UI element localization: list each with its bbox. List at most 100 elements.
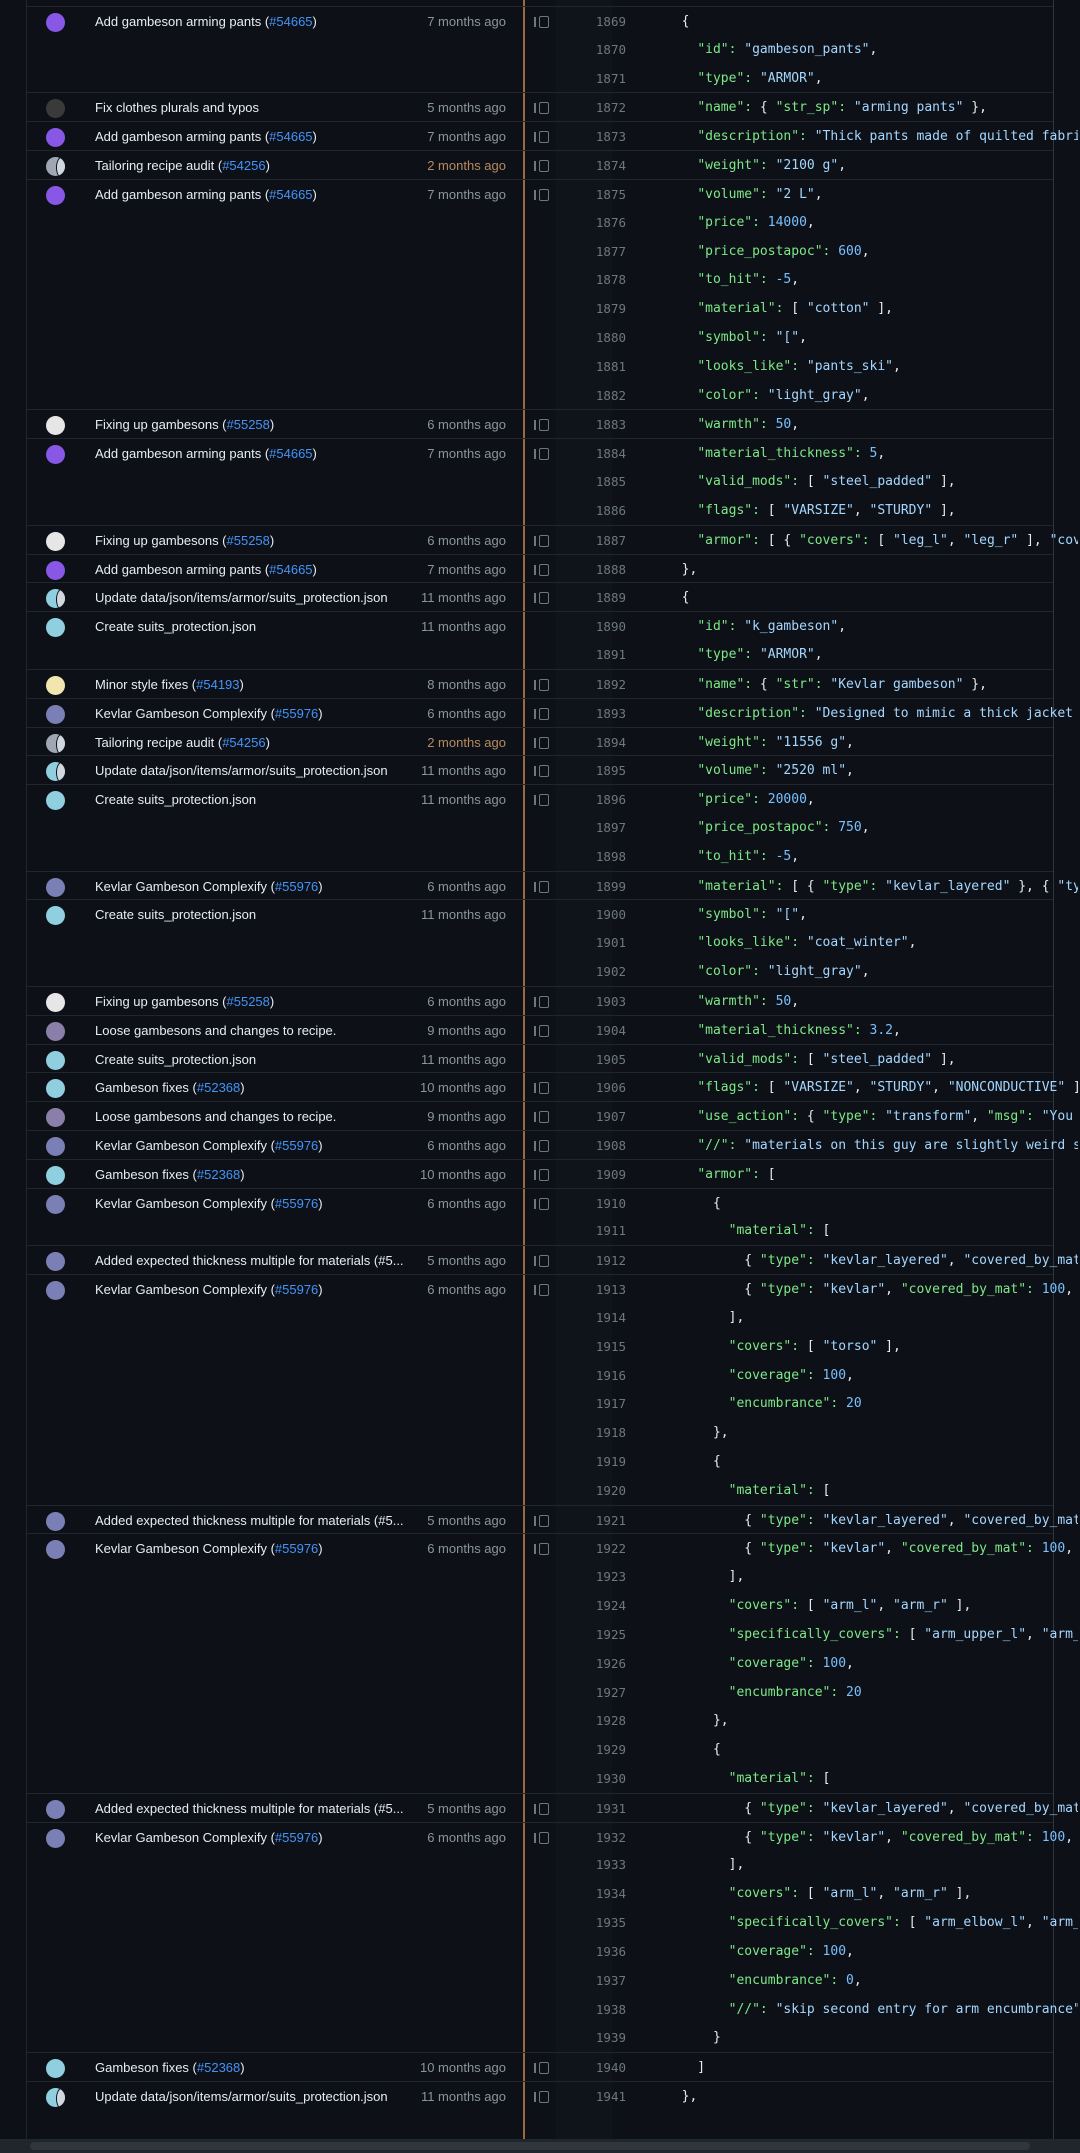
commit-message[interactable]: Update data/json/items/armor/suits_prote…: [95, 589, 435, 607]
avatar[interactable]: [46, 531, 65, 551]
commit-message[interactable]: Added expected thickness multiple for ma…: [95, 1800, 435, 1818]
reblame-icon[interactable]: [534, 160, 549, 173]
avatar[interactable]: [46, 589, 65, 609]
line-number[interactable]: 1882: [586, 387, 626, 405]
commit-message[interactable]: Fixing up gambesons (#55258): [95, 416, 435, 434]
line-number[interactable]: 1924: [586, 1597, 626, 1615]
commit-message-text[interactable]: Fixing up gambesons (: [95, 994, 227, 1009]
commit-message-text[interactable]: Gambeson fixes (: [95, 2060, 197, 2075]
avatar[interactable]: [46, 185, 65, 205]
line-number[interactable]: 1918: [586, 1424, 626, 1442]
commit-message-text[interactable]: Update data/json/items/armor/suits_prote…: [95, 590, 388, 605]
reblame-icon[interactable]: [534, 131, 549, 144]
pull-request-link[interactable]: #52368: [197, 2060, 240, 2075]
pull-request-link[interactable]: #55976: [275, 1282, 318, 1297]
line-number[interactable]: 1876: [586, 214, 626, 232]
avatar[interactable]: [46, 560, 65, 580]
commit-message-text[interactable]: Add gambeson arming pants (: [95, 446, 269, 461]
line-number[interactable]: 1895: [586, 762, 626, 780]
avatar[interactable]: [46, 906, 65, 926]
avatar[interactable]: [46, 2088, 65, 2108]
commit-message-text[interactable]: Loose gambesons and changes to recipe.: [95, 1023, 336, 1038]
commit-message[interactable]: Create suits_protection.json: [95, 791, 435, 809]
avatar[interactable]: [46, 1281, 65, 1301]
line-number[interactable]: 1892: [586, 676, 626, 694]
reblame-icon[interactable]: [534, 1802, 549, 1815]
avatar[interactable]: [46, 1079, 65, 1099]
reblame-icon[interactable]: [534, 736, 549, 749]
line-number[interactable]: 1923: [586, 1568, 626, 1586]
commit-message[interactable]: Add gambeson arming pants (#54665): [95, 445, 435, 463]
line-number[interactable]: 1914: [586, 1309, 626, 1327]
avatar[interactable]: [46, 2059, 65, 2079]
avatar[interactable]: [46, 992, 65, 1012]
avatar[interactable]: [46, 1252, 65, 1272]
reblame-icon[interactable]: [534, 880, 549, 893]
commit-message-text[interactable]: Tailoring recipe audit (: [95, 735, 222, 750]
reblame-icon[interactable]: [534, 707, 549, 720]
pull-request-link[interactable]: #54256: [222, 735, 265, 750]
commit-message[interactable]: Fixing up gambesons (#55258): [95, 532, 435, 550]
line-number[interactable]: 1873: [586, 128, 626, 146]
commit-message-text[interactable]: Tailoring recipe audit (: [95, 158, 222, 173]
line-number[interactable]: 1887: [586, 532, 626, 550]
reblame-icon[interactable]: [534, 1197, 549, 1210]
avatar[interactable]: [46, 157, 65, 177]
commit-message[interactable]: Added expected thickness multiple for ma…: [95, 1252, 435, 1270]
avatar[interactable]: [46, 13, 65, 32]
pull-request-link[interactable]: #55976: [275, 879, 318, 894]
line-number[interactable]: 1893: [586, 705, 626, 723]
pull-request-link[interactable]: #52368: [197, 1167, 240, 1182]
pull-request-link[interactable]: #54665: [269, 187, 312, 202]
avatar[interactable]: [46, 1021, 65, 1041]
line-number[interactable]: 1878: [586, 271, 626, 289]
line-number[interactable]: 1886: [586, 502, 626, 520]
line-number[interactable]: 1936: [586, 1943, 626, 1961]
commit-message[interactable]: Fix clothes plurals and typos: [95, 99, 435, 117]
commit-message-text[interactable]: Create suits_protection.json: [95, 792, 256, 807]
pull-request-link[interactable]: #54665: [269, 129, 312, 144]
line-number[interactable]: 1929: [586, 1741, 626, 1759]
commit-message-text[interactable]: Update data/json/items/armor/suits_prote…: [95, 763, 388, 778]
avatar[interactable]: [46, 618, 65, 638]
pull-request-link[interactable]: #54665: [269, 562, 312, 577]
commit-message[interactable]: Kevlar Gambeson Complexify (#55976): [95, 1540, 435, 1558]
line-number[interactable]: 1898: [586, 848, 626, 866]
pull-request-link[interactable]: #55258: [227, 994, 270, 1009]
pull-request-link[interactable]: #55258: [227, 417, 270, 432]
commit-message[interactable]: Add gambeson arming pants (#54665): [95, 561, 435, 579]
pull-request-link[interactable]: #55976: [275, 1138, 318, 1153]
line-number[interactable]: 1910: [586, 1195, 626, 1213]
reblame-icon[interactable]: [534, 1082, 549, 1095]
line-number[interactable]: 1888: [586, 561, 626, 579]
avatar[interactable]: [46, 704, 65, 724]
commit-message[interactable]: Kevlar Gambeson Complexify (#55976): [95, 705, 435, 723]
horizontal-scrollbar[interactable]: [0, 2139, 1080, 2153]
reblame-icon[interactable]: [534, 1024, 549, 1037]
commit-message-text[interactable]: Kevlar Gambeson Complexify (: [95, 706, 275, 721]
commit-message-text[interactable]: Add gambeson arming pants (: [95, 187, 269, 202]
commit-message-text[interactable]: Kevlar Gambeson Complexify (: [95, 1541, 275, 1556]
commit-message-text[interactable]: Added expected thickness multiple for ma…: [95, 1253, 404, 1268]
avatar[interactable]: [46, 791, 65, 811]
avatar[interactable]: [46, 416, 65, 436]
commit-message-text[interactable]: Create suits_protection.json: [95, 1052, 256, 1067]
line-number[interactable]: 1871: [586, 70, 626, 88]
line-number[interactable]: 1885: [586, 473, 626, 491]
avatar[interactable]: [46, 675, 65, 695]
commit-message[interactable]: Update data/json/items/armor/suits_prote…: [95, 2088, 435, 2106]
avatar[interactable]: [46, 128, 65, 148]
commit-message[interactable]: Create suits_protection.json: [95, 906, 435, 924]
avatar[interactable]: [46, 1511, 65, 1531]
avatar[interactable]: [46, 1136, 65, 1156]
commit-message-text[interactable]: Gambeson fixes (: [95, 1080, 197, 1095]
avatar[interactable]: [46, 99, 65, 119]
reblame-icon[interactable]: [534, 102, 549, 115]
scrollbar-thumb[interactable]: [30, 2142, 1030, 2150]
line-number[interactable]: 1905: [586, 1051, 626, 1069]
commit-message[interactable]: Added expected thickness multiple for ma…: [95, 1512, 435, 1530]
line-number[interactable]: 1919: [586, 1453, 626, 1471]
line-number[interactable]: 1897: [586, 819, 626, 837]
commit-message[interactable]: Add gambeson arming pants (#54665): [95, 128, 435, 146]
pull-request-link[interactable]: #55976: [275, 1196, 318, 1211]
